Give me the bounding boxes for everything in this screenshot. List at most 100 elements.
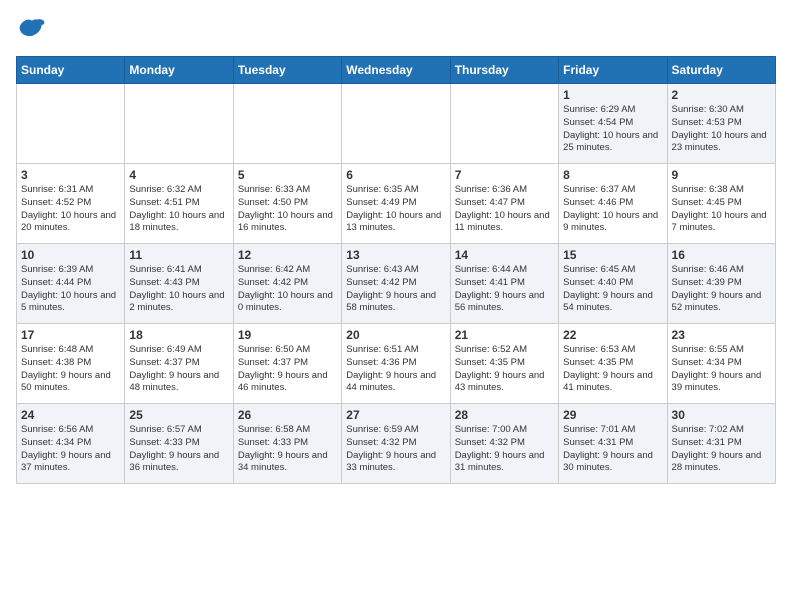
day-info: Sunrise: 6:42 AM Sunset: 4:42 PM Dayligh… <box>238 264 337 315</box>
day-info: Sunrise: 6:45 AM Sunset: 4:40 PM Dayligh… <box>563 264 662 315</box>
day-info: Sunrise: 6:53 AM Sunset: 4:35 PM Dayligh… <box>563 344 662 395</box>
calendar-cell: 19 Sunrise: 6:50 AM Sunset: 4:37 PM Dayli… <box>233 324 341 404</box>
calendar-table: SundayMondayTuesdayWednesdayThursdayFrid… <box>16 56 776 484</box>
day-number: 17 <box>21 328 120 342</box>
day-number: 21 <box>455 328 554 342</box>
day-info: Sunrise: 6:51 AM Sunset: 4:36 PM Dayligh… <box>346 344 445 395</box>
day-info: Sunrise: 7:01 AM Sunset: 4:31 PM Dayligh… <box>563 424 662 475</box>
day-info: Sunrise: 6:38 AM Sunset: 4:45 PM Dayligh… <box>672 184 771 235</box>
calendar-cell: 15 Sunrise: 6:45 AM Sunset: 4:40 PM Dayli… <box>559 244 667 324</box>
day-info: Sunrise: 6:48 AM Sunset: 4:38 PM Dayligh… <box>21 344 120 395</box>
calendar-cell <box>233 84 341 164</box>
calendar-cell: 3 Sunrise: 6:31 AM Sunset: 4:52 PM Daylig… <box>17 164 125 244</box>
day-info: Sunrise: 7:02 AM Sunset: 4:31 PM Dayligh… <box>672 424 771 475</box>
calendar-cell: 26 Sunrise: 6:58 AM Sunset: 4:33 PM Dayli… <box>233 404 341 484</box>
day-info: Sunrise: 6:33 AM Sunset: 4:50 PM Dayligh… <box>238 184 337 235</box>
day-info: Sunrise: 6:49 AM Sunset: 4:37 PM Dayligh… <box>129 344 228 395</box>
calendar-cell: 27 Sunrise: 6:59 AM Sunset: 4:32 PM Dayli… <box>342 404 450 484</box>
calendar-cell: 11 Sunrise: 6:41 AM Sunset: 4:43 PM Dayli… <box>125 244 233 324</box>
day-info: Sunrise: 6:32 AM Sunset: 4:51 PM Dayligh… <box>129 184 228 235</box>
calendar-header-row: SundayMondayTuesdayWednesdayThursdayFrid… <box>17 57 776 84</box>
page-header <box>16 16 776 44</box>
calendar-cell: 7 Sunrise: 6:36 AM Sunset: 4:47 PM Daylig… <box>450 164 558 244</box>
calendar-cell: 16Sunrise: 6:46 AM Sunset: 4:39 PM Dayli… <box>667 244 775 324</box>
day-number: 18 <box>129 328 228 342</box>
calendar-cell: 10 Sunrise: 6:39 AM Sunset: 4:44 PM Dayli… <box>17 244 125 324</box>
day-info: Sunrise: 6:58 AM Sunset: 4:33 PM Dayligh… <box>238 424 337 475</box>
day-number: 26 <box>238 408 337 422</box>
calendar-cell: 18 Sunrise: 6:49 AM Sunset: 4:37 PM Dayli… <box>125 324 233 404</box>
day-number: 14 <box>455 248 554 262</box>
calendar-cell: 25 Sunrise: 6:57 AM Sunset: 4:33 PM Dayli… <box>125 404 233 484</box>
calendar-cell: 17 Sunrise: 6:48 AM Sunset: 4:38 PM Dayli… <box>17 324 125 404</box>
day-number: 16 <box>672 248 771 262</box>
day-info: Sunrise: 6:43 AM Sunset: 4:42 PM Dayligh… <box>346 264 445 315</box>
day-info: Sunrise: 6:57 AM Sunset: 4:33 PM Dayligh… <box>129 424 228 475</box>
calendar-cell: 13 Sunrise: 6:43 AM Sunset: 4:42 PM Dayli… <box>342 244 450 324</box>
weekday-header: Saturday <box>667 57 775 84</box>
calendar-cell: 22 Sunrise: 6:53 AM Sunset: 4:35 PM Dayli… <box>559 324 667 404</box>
calendar-cell: 2 Sunrise: 6:30 AM Sunset: 4:53 PM Daylig… <box>667 84 775 164</box>
day-number: 12 <box>238 248 337 262</box>
day-number: 2 <box>672 88 771 102</box>
calendar-cell: 12 Sunrise: 6:42 AM Sunset: 4:42 PM Dayli… <box>233 244 341 324</box>
day-number: 4 <box>129 168 228 182</box>
day-info: Sunrise: 6:59 AM Sunset: 4:32 PM Dayligh… <box>346 424 445 475</box>
day-number: 9 <box>672 168 771 182</box>
calendar-cell: 6 Sunrise: 6:35 AM Sunset: 4:49 PM Daylig… <box>342 164 450 244</box>
calendar-cell <box>125 84 233 164</box>
day-info: Sunrise: 6:37 AM Sunset: 4:46 PM Dayligh… <box>563 184 662 235</box>
day-number: 19 <box>238 328 337 342</box>
day-info: Sunrise: 6:56 AM Sunset: 4:34 PM Dayligh… <box>21 424 120 475</box>
day-number: 5 <box>238 168 337 182</box>
day-number: 13 <box>346 248 445 262</box>
calendar-cell: 23Sunrise: 6:55 AM Sunset: 4:34 PM Dayli… <box>667 324 775 404</box>
day-info: Sunrise: 6:55 AM Sunset: 4:34 PM Dayligh… <box>672 344 771 395</box>
calendar-cell: 14Sunrise: 6:44 AM Sunset: 4:41 PM Dayli… <box>450 244 558 324</box>
day-number: 28 <box>455 408 554 422</box>
calendar-cell: 5 Sunrise: 6:33 AM Sunset: 4:50 PM Daylig… <box>233 164 341 244</box>
day-info: Sunrise: 7:00 AM Sunset: 4:32 PM Dayligh… <box>455 424 554 475</box>
weekday-header: Friday <box>559 57 667 84</box>
day-info: Sunrise: 6:31 AM Sunset: 4:52 PM Dayligh… <box>21 184 120 235</box>
day-number: 24 <box>21 408 120 422</box>
day-number: 22 <box>563 328 662 342</box>
day-info: Sunrise: 6:30 AM Sunset: 4:53 PM Dayligh… <box>672 104 771 155</box>
calendar-cell <box>450 84 558 164</box>
calendar-week-row: 17 Sunrise: 6:48 AM Sunset: 4:38 PM Dayli… <box>17 324 776 404</box>
day-number: 11 <box>129 248 228 262</box>
day-info: Sunrise: 6:50 AM Sunset: 4:37 PM Dayligh… <box>238 344 337 395</box>
calendar-cell: 8 Sunrise: 6:37 AM Sunset: 4:46 PM Daylig… <box>559 164 667 244</box>
calendar-cell: 24 Sunrise: 6:56 AM Sunset: 4:34 PM Dayli… <box>17 404 125 484</box>
day-number: 3 <box>21 168 120 182</box>
calendar-week-row: 10 Sunrise: 6:39 AM Sunset: 4:44 PM Dayli… <box>17 244 776 324</box>
day-number: 29 <box>563 408 662 422</box>
calendar-cell <box>17 84 125 164</box>
calendar-cell: 4 Sunrise: 6:32 AM Sunset: 4:51 PM Daylig… <box>125 164 233 244</box>
calendar-cell: 30 Sunrise: 7:02 AM Sunset: 4:31 PM Dayli… <box>667 404 775 484</box>
day-number: 25 <box>129 408 228 422</box>
day-info: Sunrise: 6:35 AM Sunset: 4:49 PM Dayligh… <box>346 184 445 235</box>
day-info: Sunrise: 6:52 AM Sunset: 4:35 PM Dayligh… <box>455 344 554 395</box>
day-info: Sunrise: 6:41 AM Sunset: 4:43 PM Dayligh… <box>129 264 228 315</box>
day-number: 10 <box>21 248 120 262</box>
day-number: 6 <box>346 168 445 182</box>
day-info: Sunrise: 6:36 AM Sunset: 4:47 PM Dayligh… <box>455 184 554 235</box>
day-number: 15 <box>563 248 662 262</box>
calendar-cell: 20Sunrise: 6:51 AM Sunset: 4:36 PM Dayli… <box>342 324 450 404</box>
calendar-cell: 29 Sunrise: 7:01 AM Sunset: 4:31 PM Dayli… <box>559 404 667 484</box>
day-number: 8 <box>563 168 662 182</box>
day-info: Sunrise: 6:29 AM Sunset: 4:54 PM Dayligh… <box>563 104 662 155</box>
calendar-cell: 9 Sunrise: 6:38 AM Sunset: 4:45 PM Daylig… <box>667 164 775 244</box>
day-number: 7 <box>455 168 554 182</box>
day-number: 27 <box>346 408 445 422</box>
calendar-cell: 21 Sunrise: 6:52 AM Sunset: 4:35 PM Dayli… <box>450 324 558 404</box>
day-number: 1 <box>563 88 662 102</box>
weekday-header: Monday <box>125 57 233 84</box>
calendar-week-row: 3 Sunrise: 6:31 AM Sunset: 4:52 PM Daylig… <box>17 164 776 244</box>
weekday-header: Wednesday <box>342 57 450 84</box>
weekday-header: Thursday <box>450 57 558 84</box>
day-info: Sunrise: 6:39 AM Sunset: 4:44 PM Dayligh… <box>21 264 120 315</box>
calendar-cell: 1 Sunrise: 6:29 AM Sunset: 4:54 PM Daylig… <box>559 84 667 164</box>
day-number: 30 <box>672 408 771 422</box>
